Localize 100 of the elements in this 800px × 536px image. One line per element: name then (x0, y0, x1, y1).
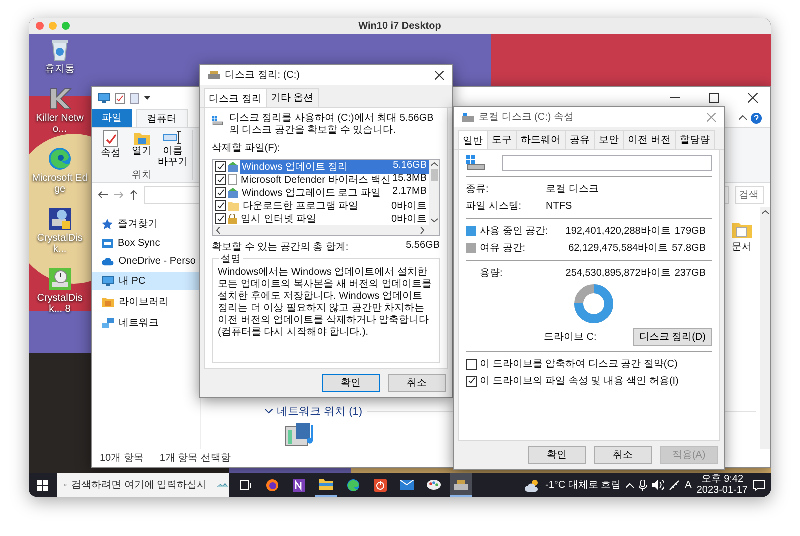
input-indicator[interactable]: A (685, 480, 692, 490)
chevron-down-icon[interactable] (430, 218, 438, 223)
drive-name-field[interactable] (502, 155, 712, 171)
checkbox[interactable] (215, 213, 226, 224)
folder-icon (319, 478, 333, 490)
scrollbar[interactable] (429, 160, 439, 225)
folder-item[interactable]: 문서 (728, 221, 756, 254)
maximize-icon[interactable] (709, 93, 719, 103)
chevron-up-icon[interactable] (430, 162, 438, 167)
windows-logo-icon[interactable] (37, 480, 48, 490)
checkbox-label[interactable]: 이 드라이브의 파일 속성 및 내용 색인 허용(I) (480, 374, 679, 388)
lock-icon (228, 214, 237, 224)
horizontal-scrollbar[interactable] (213, 225, 439, 235)
byte-count: 62,129,475,584바이트 (568, 242, 668, 255)
file-row[interactable]: Microsoft Defender 바이러스 백신 15.3MB (239, 172, 429, 186)
folder-icon (133, 130, 151, 146)
checklist-icon (103, 130, 119, 148)
ribbon-button[interactable]: 이름 바꾸기 (158, 130, 188, 168)
desktop-icon-label[interactable]: 휴지통 (31, 64, 89, 75)
checkbox[interactable] (466, 358, 477, 370)
file-row[interactable]: Windows 업그레이드 로그 파일 2.17MB (240, 186, 429, 200)
dialog-button[interactable]: 확인 (322, 374, 380, 392)
chevron-logo-icon[interactable] (48, 87, 72, 111)
file-list[interactable]: Windows 업데이트 정리 5.16GB Microsoft Defender 바이러스 백신 15.3MB Windows 업그레이드 로그 파일 2.17MB 다운로드한 프로그램 파일 0바이트 임시 인터넷 파일 0바이트 (212, 159, 440, 236)
checkbox[interactable] (215, 200, 226, 211)
desktop-icon-label[interactable]: CrystalDisk... 8 (31, 293, 89, 315)
dialog-title: 로컬 디스크 (C:) 속성 (479, 111, 574, 124)
file-row[interactable]: Windows 업데이트 정리 5.16GB (240, 160, 429, 174)
nav-item[interactable]: 라이브러리 (92, 293, 200, 311)
file-row[interactable]: 다운로드한 프로그램 파일 0바이트 (241, 198, 429, 212)
dialog-button[interactable]: 취소 (388, 374, 446, 392)
chevron-up-icon[interactable] (739, 115, 747, 121)
dialog-button[interactable]: 취소 (594, 446, 652, 464)
nav-item[interactable]: Box Sync (92, 236, 200, 251)
dialog-button[interactable]: 확인 (528, 446, 586, 464)
field-label: 파일 시스템: (466, 200, 523, 213)
desktop-icon-label[interactable]: Killer Netwo... (31, 113, 89, 135)
cloud-sun-icon[interactable] (524, 478, 540, 492)
nav-item[interactable]: 네트워크 (92, 314, 200, 332)
status-text: 1개 항목 선택함 (160, 452, 232, 465)
scrollbar[interactable] (760, 207, 770, 449)
task-view-icon (239, 480, 251, 490)
document-icon (228, 174, 237, 185)
taskbar-search-field[interactable]: 검색하려면 여기에 입력하십시 (57, 473, 229, 497)
files-label: 삭제할 파일(F): (212, 142, 282, 155)
description-text: Windows에서는 Windows 업데이트에서 설치한 모든 업데이트의 복사본을 새 버전의 업데이트를 설치한 후에도 저장합니다. Windows 업데이트 정리는 더 이상 필요하지 않고 공간만 차지하는 이전 버전의 업데이트를 삭제하거나 압축합니다(컴퓨터를 다시 시작해야 합니다.). (218, 267, 432, 338)
intro-text: 디스크 정리를 사용하여 (C:)에서 최대 5.56GB의 디스크 공간을 확보할 수 있습니다. (229, 113, 435, 137)
ribbon-button[interactable]: 열기 (127, 130, 157, 168)
microphone-icon[interactable] (639, 480, 648, 490)
notification-icon[interactable] (753, 480, 765, 490)
dialog-tab[interactable]: 할당량 (674, 130, 715, 149)
checkbox[interactable] (215, 174, 226, 185)
back-arrow-icon[interactable] (98, 191, 108, 199)
checkbox[interactable] (215, 187, 226, 198)
clock[interactable]: 오후 9:42 2023-01-17 (696, 474, 748, 496)
scroll-thumb[interactable] (430, 169, 438, 181)
nav-item[interactable]: 내 PC (92, 272, 200, 290)
caret-icon[interactable] (144, 96, 151, 100)
network-icon (102, 318, 114, 328)
dialog-tab[interactable]: 기타 옵션 (266, 88, 319, 107)
network-icon[interactable] (669, 480, 680, 490)
nav-item[interactable]: OneDrive - Perso (92, 254, 200, 269)
ribbon-button[interactable]: 속성 (96, 130, 126, 168)
size-value: 237GB (674, 268, 707, 278)
stopwatch-icon[interactable] (48, 267, 72, 291)
chevron-up-icon[interactable] (762, 210, 768, 215)
checklist-icon[interactable] (115, 92, 125, 104)
ribbon-tab[interactable]: 컴퓨터 (136, 109, 188, 127)
search-field[interactable]: 검색 (735, 186, 764, 204)
ribbon-tab[interactable]: 파일 (92, 109, 132, 127)
size-value: 57.8GB (672, 242, 707, 254)
nav-item[interactable]: 즐겨찾기 (92, 215, 200, 233)
disk-cleanup-button[interactable]: 디스크 정리(D) (633, 328, 712, 346)
close-icon[interactable] (435, 70, 444, 80)
file-row[interactable]: 임시 인터넷 파일 0바이트 (239, 212, 429, 226)
dialog-tab[interactable]: 일반 (458, 130, 488, 149)
swirl-icon[interactable] (48, 147, 72, 171)
checkbox[interactable] (466, 376, 477, 386)
computer-icon[interactable] (98, 93, 110, 103)
section-header[interactable]: 네트워크 위치 (1) (277, 404, 363, 419)
size-value: 179GB (674, 226, 707, 236)
total-value: 5.56GB (406, 240, 440, 253)
byte-count: 254,530,895,872바이트 (564, 267, 671, 280)
dialog-tab[interactable]: 디스크 정리 (204, 88, 267, 107)
speaker-icon[interactable] (652, 480, 664, 490)
folder-icon (228, 200, 239, 210)
chevron-down-icon[interactable] (265, 409, 273, 414)
fox-icon (266, 478, 278, 492)
chevron-left-icon[interactable] (216, 226, 221, 234)
help-icon[interactable] (751, 112, 762, 124)
close-icon[interactable] (748, 93, 758, 103)
drive-label: 드라이브 C: (544, 331, 597, 344)
weather-text[interactable]: -1°C 대체로 흐림 (546, 478, 622, 492)
checkbox-label[interactable]: 이 드라이브를 압축하여 디스크 공간 절약(C) (480, 357, 678, 371)
up-arrow-icon[interactable] (130, 190, 138, 200)
trash-icon[interactable] (49, 38, 71, 62)
chevron-right-icon[interactable] (420, 226, 425, 234)
dialog-title: 디스크 정리: (C:) (225, 69, 300, 82)
checkbox[interactable] (215, 161, 226, 172)
document-icon[interactable] (130, 92, 139, 104)
